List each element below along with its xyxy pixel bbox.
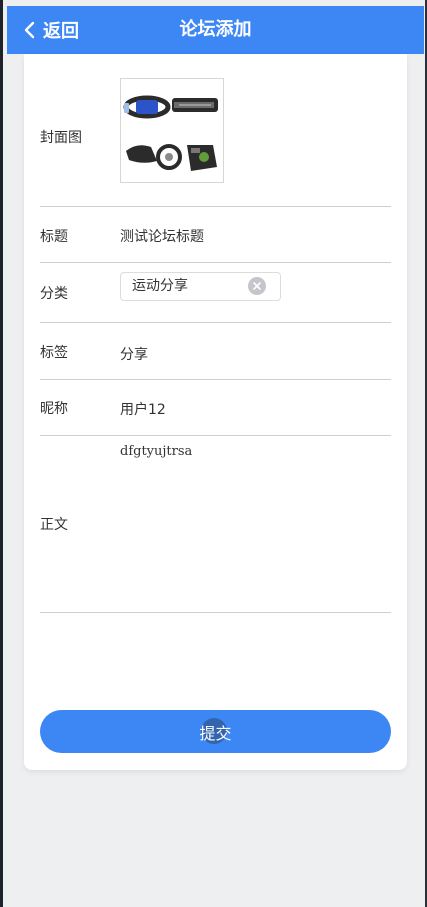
back-button[interactable]: 返回 xyxy=(23,6,79,54)
category-select[interactable]: 运动分享 xyxy=(120,272,281,301)
nickname-label: 昵称 xyxy=(40,401,68,417)
nickname-field[interactable]: 用户12 xyxy=(120,399,166,419)
chevron-left-icon xyxy=(24,21,35,39)
tags-field[interactable]: 分享 xyxy=(120,344,148,364)
cover-label: 封面图 xyxy=(40,130,82,146)
forum-form-card: 封面图 标题 测试论坛标题 分类 运动分享 标签 分享 昵称 用户12 正文 d… xyxy=(24,54,407,770)
window-frame-left xyxy=(0,0,3,907)
form-row-body: 正文 dfgtyujtrsa xyxy=(40,436,391,613)
tags-label: 标签 xyxy=(40,345,68,361)
submit-label: 提交 xyxy=(199,723,232,743)
cover-image-thumbnail xyxy=(121,79,223,182)
back-label: 返回 xyxy=(43,21,79,42)
form-row-nickname: 昵称 用户12 xyxy=(40,380,391,436)
form-row-cover: 封面图 xyxy=(40,54,391,207)
category-selected-value: 运动分享 xyxy=(132,278,188,294)
body-text-editor[interactable]: dfgtyujtrsa xyxy=(120,444,192,459)
title-label: 标题 xyxy=(40,229,68,245)
category-label: 分类 xyxy=(40,286,68,302)
form-row-tags: 标签 分享 xyxy=(40,323,391,380)
submit-button[interactable]: 提交 xyxy=(40,710,391,753)
cover-image-upload[interactable] xyxy=(120,78,224,183)
form-row-category: 分类 运动分享 xyxy=(40,263,391,323)
top-navigation-bar: 论坛添加 返回 xyxy=(7,6,424,54)
title-field[interactable]: 测试论坛标题 xyxy=(120,226,204,246)
form-row-title: 标题 测试论坛标题 xyxy=(40,207,391,263)
body-label: 正文 xyxy=(40,517,68,533)
clear-icon[interactable] xyxy=(248,277,266,295)
